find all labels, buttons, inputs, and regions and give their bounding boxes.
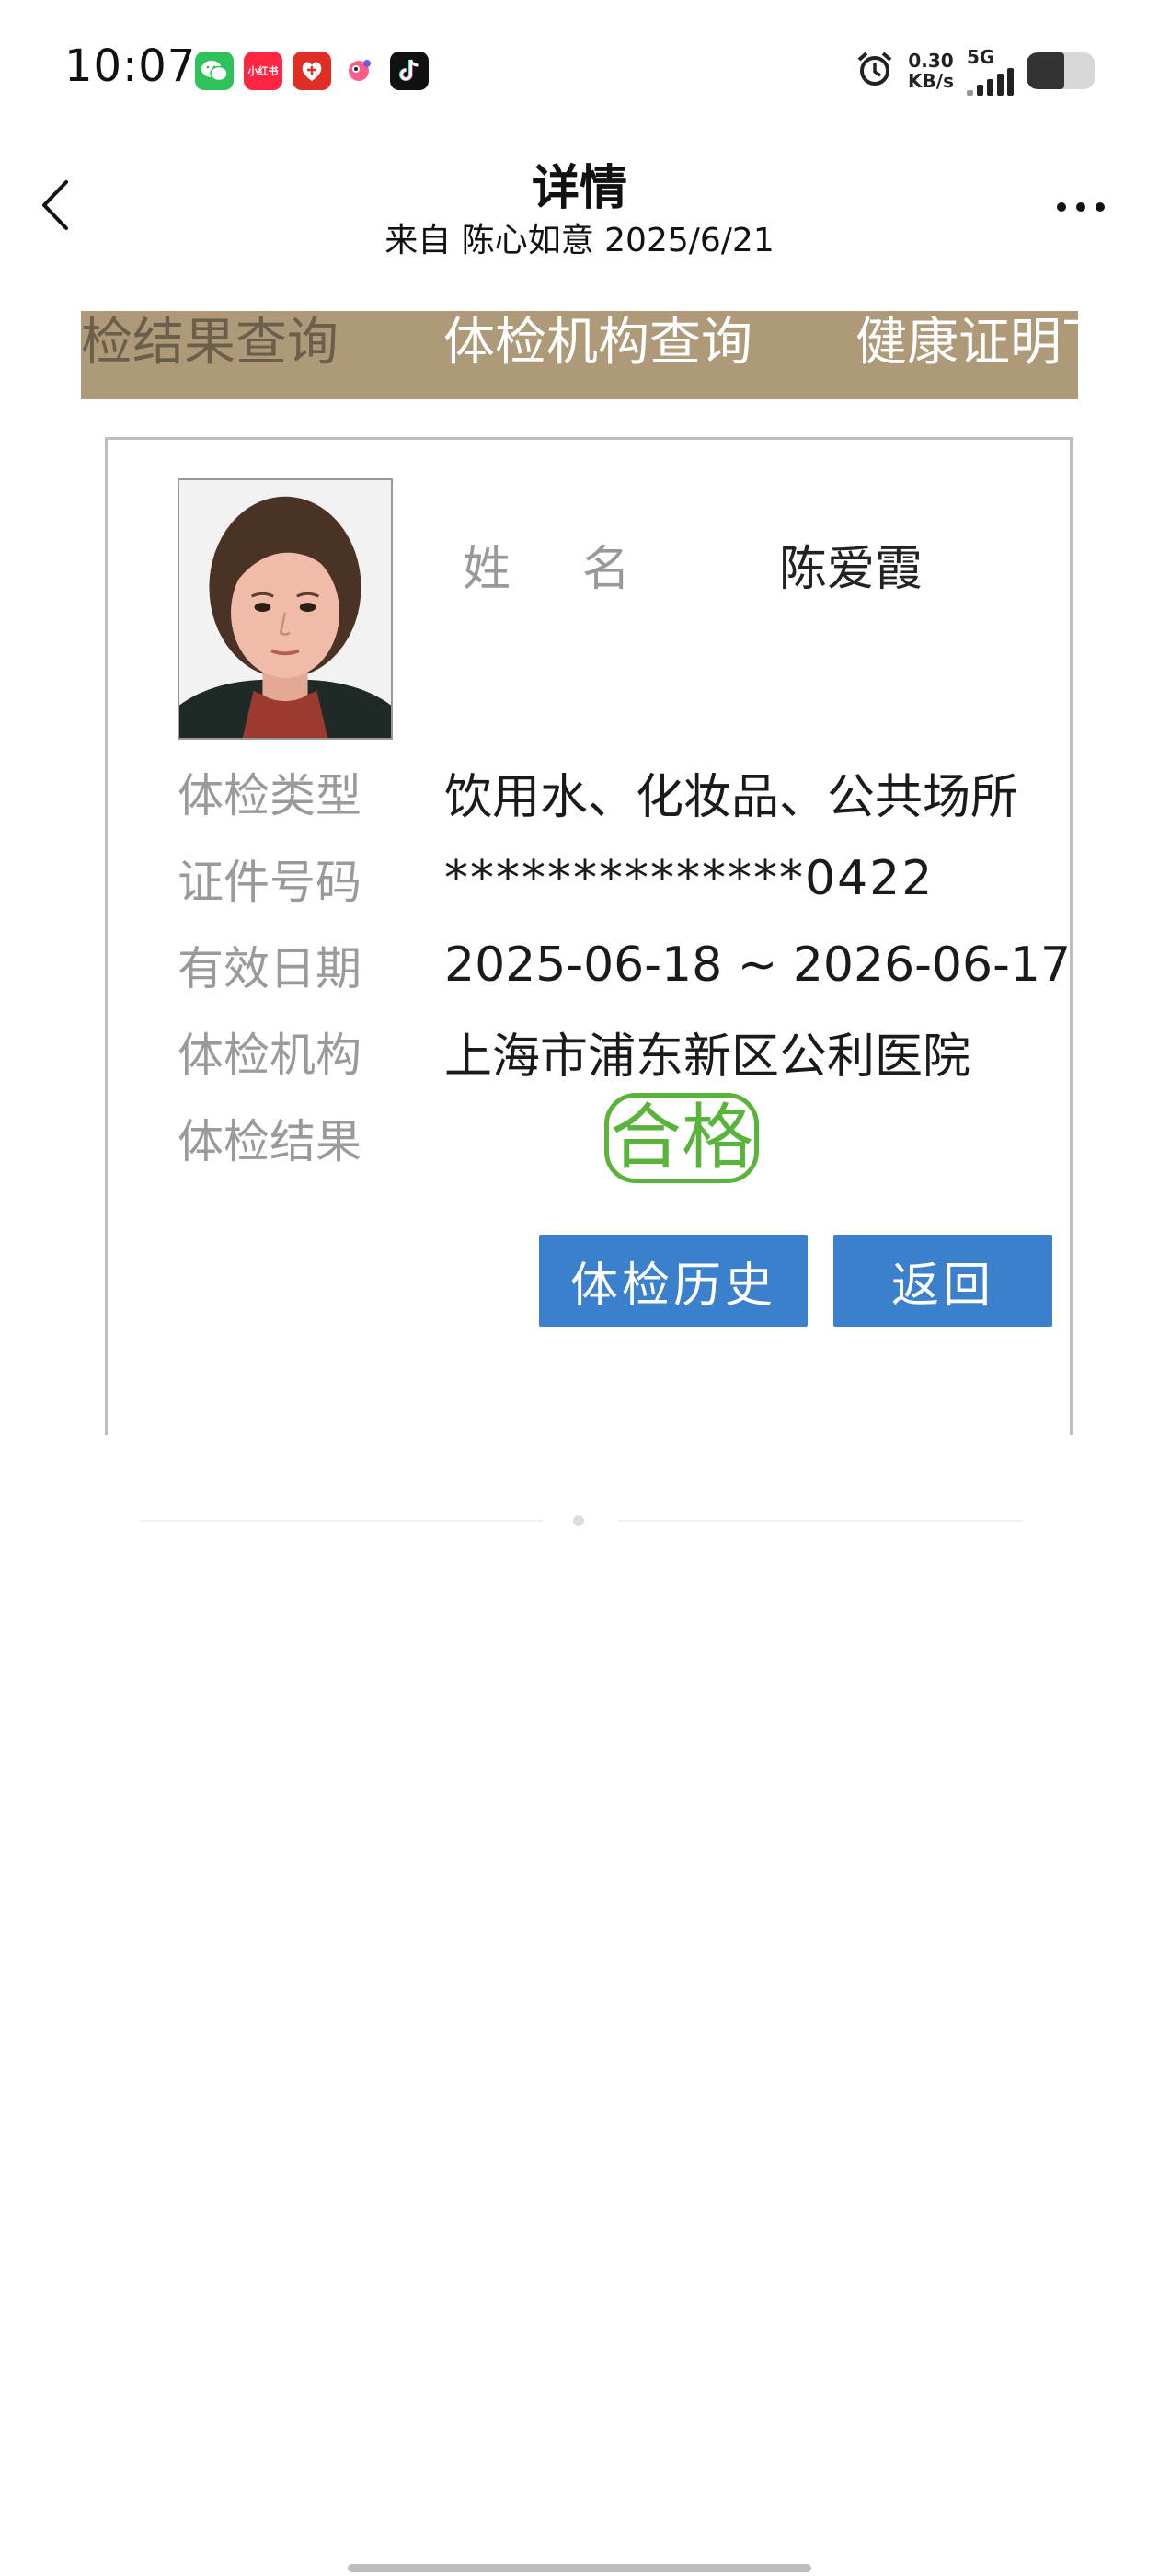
cartoon-app-icon <box>341 52 380 90</box>
network-speed-value: 0.30 <box>908 50 954 72</box>
page-title: 详情 <box>531 161 627 216</box>
divider-dot <box>573 1515 584 1526</box>
signal-strength-icon <box>967 68 1014 96</box>
qualified-stamp: 合格 <box>604 1093 759 1183</box>
xiaohongshu-label: 小红书 <box>247 65 279 77</box>
battery-icon <box>1027 52 1095 89</box>
xiaohongshu-icon: 小红书 <box>244 52 282 90</box>
divider-left <box>140 1520 543 1522</box>
more-dot <box>1096 202 1105 212</box>
page-subtitle: 来自 陈心如意 2025/6/21 <box>384 222 775 259</box>
exam-type-value: 饮用水、化妆品、公共场所 <box>444 769 1019 825</box>
more-dot <box>1076 202 1085 212</box>
status-bar: 10:07 小红书 0.30 KB/s 5G <box>0 0 1159 138</box>
battery-level-fill <box>1027 52 1064 89</box>
field-row-valid-dates: 有效日期 2025-06-18 ~ 2026-06-17 <box>178 933 1071 997</box>
network-type-label: 5G <box>967 46 995 68</box>
exam-history-button[interactable]: 体检历史 <box>539 1235 808 1327</box>
pinduoduo-icon <box>293 52 331 90</box>
field-row-id-number: 证件号码 **************0422 <box>178 846 934 911</box>
more-dots-icon <box>1057 202 1066 212</box>
valid-dates-value: 2025-06-18 ~ 2026-06-17 <box>444 937 1072 993</box>
valid-dates-label: 有效日期 <box>178 942 361 995</box>
return-button[interactable]: 返回 <box>833 1235 1052 1327</box>
banner-link-institution-query[interactable]: 体检机构查询 <box>443 311 752 375</box>
tiktok-icon <box>390 52 429 90</box>
health-certificate-card: 姓名 陈爱霞 体检类型 饮用水、化妆品、公共场所 证件号码 **********… <box>105 437 1073 1435</box>
home-indicator[interactable] <box>348 2564 811 2572</box>
more-options-button[interactable] <box>1049 193 1113 221</box>
divider-right <box>618 1520 1023 1522</box>
nav-header: 详情 来自 陈心如意 2025/6/21 <box>0 138 1159 276</box>
banner-link-result-query[interactable]: 检结果查询 <box>81 311 339 375</box>
system-icons: 0.30 KB/s 5G <box>855 46 1095 96</box>
network-speed: 0.30 KB/s <box>908 51 954 91</box>
field-row-result: 体检结果 <box>178 1106 444 1170</box>
wechat-icon <box>195 52 234 90</box>
qualified-stamp-text: 合格 <box>609 1097 753 1179</box>
exam-type-label: 体检类型 <box>178 769 361 822</box>
institution-label: 体检机构 <box>178 1029 361 1082</box>
name-value: 陈爱霞 <box>779 542 924 597</box>
result-label: 体检结果 <box>178 1115 361 1168</box>
menu-banner: 检结果查询 体检机构查询 健康证明下 <box>81 311 1078 399</box>
id-number-label: 证件号码 <box>178 856 361 909</box>
name-label: 姓名 <box>463 542 703 597</box>
status-time: 10:07 <box>64 40 197 92</box>
portrait-image <box>179 480 391 738</box>
id-number-value: **************0422 <box>444 851 935 906</box>
institution-value: 上海市浦东新区公利医院 <box>444 1029 971 1085</box>
field-row-institution: 体检机构 上海市浦东新区公利医院 <box>178 1019 971 1085</box>
field-row-exam-type: 体检类型 饮用水、化妆品、公共场所 <box>178 760 1019 825</box>
alarm-icon <box>855 49 895 93</box>
id-photo <box>178 478 393 740</box>
notification-app-icons: 小红书 <box>195 52 429 90</box>
network-speed-unit: KB/s <box>908 70 954 92</box>
banner-link-health-certificate[interactable]: 健康证明下 <box>855 311 1078 375</box>
